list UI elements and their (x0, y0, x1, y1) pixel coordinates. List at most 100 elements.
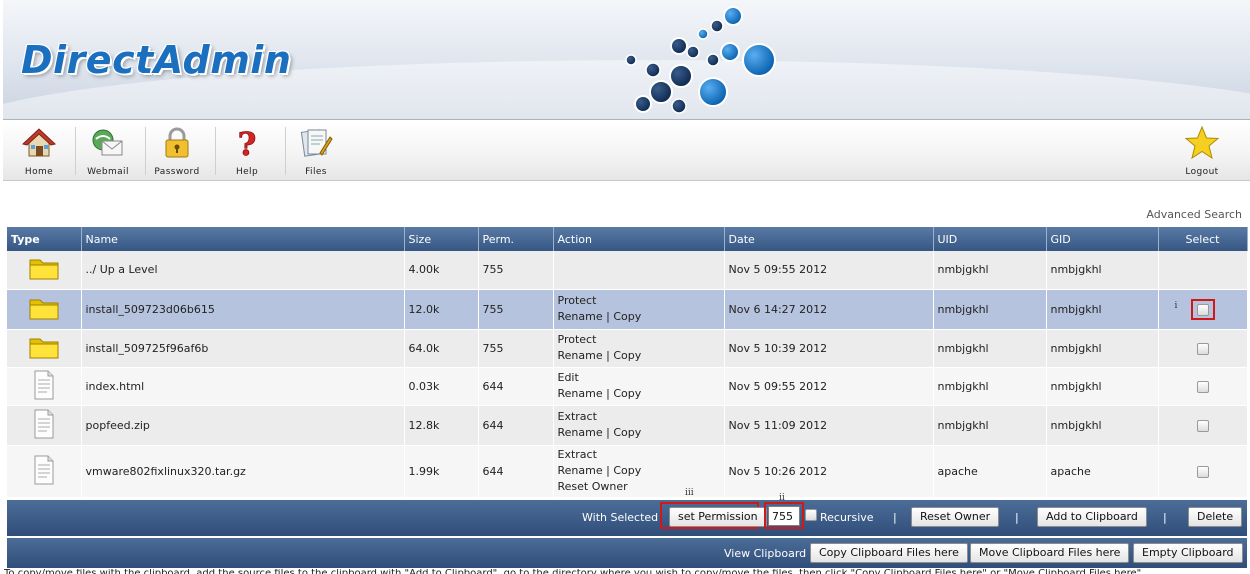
column-header-uid[interactable]: UID (933, 227, 1047, 251)
select-cell (1158, 251, 1248, 290)
set-permission-button[interactable]: set Permission (669, 507, 767, 527)
select-checkbox[interactable] (1196, 342, 1209, 355)
clipboard-bar: View Clipboard Copy Clipboard Files here… (7, 538, 1247, 568)
name-cell[interactable]: ../ Up a Level (81, 251, 405, 290)
size-cell: 0.03k (404, 367, 479, 406)
type-cell (7, 405, 82, 446)
gid-cell: nmbjgkhl (1046, 289, 1159, 330)
directadmin-logo[interactable]: DirectAdmin (21, 38, 291, 82)
action-copy-link[interactable]: Copy (613, 310, 641, 323)
view-clipboard-label[interactable]: View Clipboard (724, 547, 806, 560)
action-line: Rename | Copy (557, 310, 642, 323)
action-edit-link[interactable]: Edit (558, 371, 579, 384)
name-cell[interactable]: index.html (81, 367, 405, 406)
action-rename-link[interactable]: Rename (558, 310, 603, 323)
folder-icon[interactable] (29, 259, 59, 283)
reset-owner-button[interactable]: Reset Owner (911, 507, 1000, 527)
select-cell (1158, 445, 1248, 498)
file-name[interactable]: vmware802fixlinux320.tar.gz (86, 465, 246, 478)
action-line: Extract (558, 447, 720, 463)
table-row: index.html 0.03k 644 Edit Rename | Copy Nov 5… (7, 367, 1248, 406)
action-cell: Edit Rename | Copy (553, 367, 725, 406)
name-cell[interactable]: install_509723d06b615 (81, 289, 405, 330)
size-cell: 12.8k (404, 405, 479, 446)
file-name[interactable]: install_509725f96af6b (86, 342, 209, 355)
move-clipboard-files-button[interactable]: Move Clipboard Files here (970, 543, 1130, 563)
advanced-search-link[interactable]: Advanced Search (1146, 208, 1242, 221)
file-name[interactable]: ../ Up a Level (86, 263, 158, 276)
folder-icon[interactable] (29, 299, 59, 323)
file-name[interactable]: install_509723d06b615 (86, 303, 215, 316)
column-header-select[interactable]: Select (1158, 227, 1248, 251)
toolbar-logout[interactable]: Logout (1167, 125, 1237, 177)
action-extract-link[interactable]: Extract (558, 410, 597, 423)
column-header-gid[interactable]: GID (1046, 227, 1159, 251)
column-header-name[interactable]: Name (81, 227, 405, 251)
marker-i: i (1174, 300, 1178, 311)
size-cell: 64.0k (404, 329, 479, 368)
column-header-date[interactable]: Date (724, 227, 934, 251)
folder-icon[interactable] (29, 338, 59, 362)
column-header-type[interactable]: Type (7, 227, 82, 251)
action-rename-link[interactable]: Rename (558, 464, 603, 477)
uid-cell: nmbjgkhl (933, 405, 1047, 446)
action-reset-owner-link[interactable]: Reset Owner (558, 480, 628, 493)
table-row: popfeed.zip 12.8k 644 Extract Rename | Copy N… (7, 405, 1248, 446)
recursive-label: Recursive (820, 511, 874, 524)
action-copy-link[interactable]: Copy (613, 349, 641, 362)
name-cell[interactable]: popfeed.zip (81, 405, 405, 446)
file-name[interactable]: index.html (86, 380, 145, 393)
action-rename-link[interactable]: Rename (558, 426, 603, 439)
delete-button[interactable]: Delete (1188, 507, 1243, 527)
table-row: install_509725f96af6b 64.0k 755 Protect Rena… (7, 329, 1248, 368)
gid-cell: nmbjgkhl (1046, 367, 1159, 406)
action-rename-link[interactable]: Rename (558, 387, 603, 400)
highlight-box-select (1190, 298, 1215, 320)
perm-cell: 644 (478, 405, 554, 446)
action-extract-link[interactable]: Extract (558, 448, 597, 461)
empty-clipboard-button[interactable]: Empty Clipboard (1133, 543, 1243, 563)
file-icon[interactable] (33, 455, 55, 488)
file-icon[interactable] (33, 409, 55, 442)
svg-text:?: ? (238, 125, 257, 161)
file-table: Type Name Size Perm. Action Date UID GID… (7, 227, 1248, 498)
action-copy-link[interactable]: Copy (613, 387, 641, 400)
permission-input[interactable] (768, 506, 800, 526)
toolbar-password[interactable]: Password (142, 125, 212, 177)
uid-cell: nmbjgkhl (933, 367, 1047, 406)
copy-clipboard-files-button[interactable]: Copy Clipboard Files here (810, 543, 968, 563)
toolbar-home[interactable]: Home (4, 125, 74, 177)
action-protect-link[interactable]: Protect (558, 294, 597, 307)
file-icon[interactable] (33, 370, 55, 403)
action-line: Extract (558, 409, 720, 425)
toolbar-files-label: Files (305, 167, 327, 177)
action-copy-link[interactable]: Copy (613, 426, 641, 439)
gid-cell: apache (1046, 445, 1159, 498)
action-line: Rename | Copy (557, 349, 642, 362)
action-rename-link[interactable]: Rename (558, 349, 603, 362)
action-cell (553, 251, 725, 290)
action-cell: Protect Rename | Copy (553, 289, 725, 330)
gid-cell: nmbjgkhl (1046, 329, 1159, 368)
name-cell[interactable]: install_509725f96af6b (81, 329, 405, 368)
select-checkbox[interactable] (1196, 380, 1209, 393)
recursive-checkbox[interactable] (805, 509, 817, 521)
file-name[interactable]: popfeed.zip (86, 419, 150, 432)
toolbar-webmail[interactable]: Webmail (73, 125, 143, 177)
action-copy-link[interactable]: Copy (613, 464, 641, 477)
select-cell: i (1158, 289, 1248, 330)
action-protect-link[interactable]: Protect (558, 333, 597, 346)
size-cell: 4.00k (404, 251, 479, 290)
select-checkbox[interactable] (1196, 419, 1209, 432)
name-cell[interactable]: vmware802fixlinux320.tar.gz (81, 445, 405, 498)
toolbar-help[interactable]: ? Help (212, 125, 282, 177)
column-header-perm[interactable]: Perm. (478, 227, 554, 251)
toolbar-files[interactable]: Files (281, 125, 351, 177)
select-checkbox[interactable] (1196, 465, 1209, 478)
perm-cell: 755 (478, 289, 554, 330)
select-checkbox[interactable] (1196, 303, 1209, 316)
add-to-clipboard-button[interactable]: Add to Clipboard (1037, 507, 1147, 527)
column-header-size[interactable]: Size (404, 227, 479, 251)
perm-cell: 755 (478, 329, 554, 368)
bubbles-logo-graphic (625, 6, 776, 114)
